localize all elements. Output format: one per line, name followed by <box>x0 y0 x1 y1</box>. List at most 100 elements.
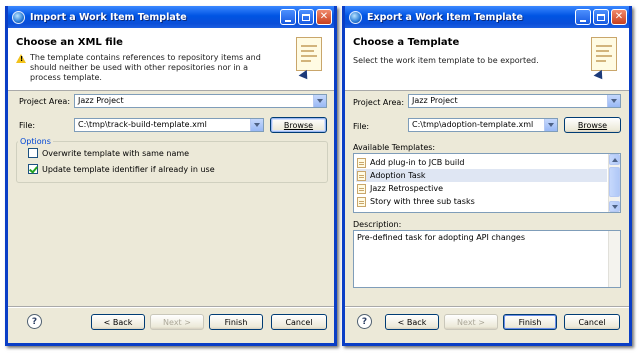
export-file-value: C:\tmp\adoption-template.xml <box>412 120 534 129</box>
export-back-button[interactable]: < Back <box>385 314 439 330</box>
export-file-combo[interactable]: C:\tmp\adoption-template.xml <box>408 118 558 132</box>
import-project-area-combo[interactable]: Jazz Project <box>74 94 327 108</box>
scroll-up-icon[interactable] <box>609 154 620 165</box>
eclipse-app-icon <box>12 10 25 24</box>
back-label: < Back <box>397 317 427 327</box>
minimize-icon <box>285 19 291 22</box>
description-scrollbar[interactable] <box>608 231 620 287</box>
import-browse-button[interactable]: Browse <box>270 117 327 133</box>
maximize-icon <box>597 13 605 21</box>
import-banner-message: The template contains references to repo… <box>30 53 261 82</box>
export-project-area-label: Project Area: <box>353 98 405 107</box>
chevron-down-icon[interactable] <box>607 95 620 107</box>
export-finish-button[interactable]: Finish <box>503 314 557 330</box>
import-banner-title: Choose an XML file <box>16 37 123 48</box>
close-button[interactable]: ✕ <box>316 9 332 25</box>
chevron-down-icon[interactable] <box>250 119 263 131</box>
scroll-down-icon[interactable] <box>609 201 620 212</box>
list-item[interactable]: Jazz Retrospective <box>356 182 607 195</box>
template-icon <box>357 157 366 168</box>
template-label: Add plug-in to JCB build <box>370 158 465 167</box>
template-icon <box>357 170 366 181</box>
export-browse-label: Browse <box>577 120 608 130</box>
export-banner: Choose a Template Select the work item t… <box>345 28 629 91</box>
minimize-button[interactable] <box>280 9 296 25</box>
import-project-area-label: Project Area: <box>19 97 71 106</box>
update-checkbox[interactable] <box>28 164 38 174</box>
available-templates-list[interactable]: Add plug-in to JCB build Adoption Task J… <box>353 153 621 213</box>
close-button[interactable]: ✕ <box>611 9 627 25</box>
warning-icon <box>16 54 26 63</box>
export-cancel-button[interactable]: Cancel <box>564 314 620 330</box>
template-label: Story with three sub tasks <box>370 197 475 206</box>
template-icon <box>357 183 366 194</box>
maximize-button[interactable] <box>593 9 609 25</box>
description-field[interactable]: Pre-defined task for adopting API change… <box>353 230 621 288</box>
overwrite-checkbox[interactable] <box>28 148 38 158</box>
export-separator <box>345 306 629 308</box>
import-wizard-icon <box>296 37 322 71</box>
help-icon[interactable]: ? <box>357 314 372 329</box>
export-file-label: File: <box>353 122 370 131</box>
chevron-down-icon[interactable] <box>313 95 326 107</box>
import-title-bar[interactable]: Import a Work Item Template ✕ <box>8 6 334 28</box>
export-window-title: Export a Work Item Template <box>367 11 523 23</box>
template-label: Jazz Retrospective <box>370 184 444 193</box>
template-icon <box>357 196 366 207</box>
help-icon[interactable]: ? <box>27 314 42 329</box>
next-label: Next > <box>457 317 485 327</box>
import-file-label: File: <box>19 121 36 130</box>
templates-scrollbar[interactable] <box>608 154 620 212</box>
import-file-value: C:\tmp\track-build-template.xml <box>78 120 207 129</box>
list-item[interactable]: Adoption Task <box>356 169 607 182</box>
close-icon: ✕ <box>319 11 329 22</box>
export-browse-button[interactable]: Browse <box>564 117 621 133</box>
eclipse-app-icon <box>349 10 362 24</box>
update-label: Update template identifier if already in… <box>42 164 215 174</box>
import-arrow-icon <box>298 69 312 83</box>
finish-label: Finish <box>518 317 542 327</box>
cancel-label: Cancel <box>578 317 606 327</box>
export-project-area-combo[interactable]: Jazz Project <box>408 94 621 108</box>
minimize-icon <box>580 19 586 22</box>
finish-label: Finish <box>224 317 248 327</box>
import-update-option[interactable]: Update template identifier if already in… <box>28 164 215 174</box>
import-window-title: Import a Work Item Template <box>30 11 187 23</box>
import-banner: Choose an XML file The template contains… <box>8 28 334 91</box>
chevron-down-icon[interactable] <box>544 119 557 131</box>
cancel-label: Cancel <box>285 317 313 327</box>
back-label: < Back <box>103 317 133 327</box>
description-value: Pre-defined task for adopting API change… <box>357 233 525 242</box>
import-template-dialog: Import a Work Item Template ✕ Choose an … <box>5 6 337 346</box>
scroll-thumb[interactable] <box>609 167 620 197</box>
export-template-dialog: Export a Work Item Template ✕ Choose a T… <box>342 6 632 346</box>
import-next-button: Next > <box>150 314 204 330</box>
export-wizard-icon <box>591 37 617 71</box>
export-title-bar[interactable]: Export a Work Item Template ✕ <box>345 6 629 28</box>
import-back-button[interactable]: < Back <box>91 314 145 330</box>
import-options-title: Options <box>18 137 53 146</box>
import-file-combo[interactable]: C:\tmp\track-build-template.xml <box>74 118 264 132</box>
import-finish-button[interactable]: Finish <box>209 314 263 330</box>
import-overwrite-option[interactable]: Overwrite template with same name <box>28 148 189 158</box>
import-separator <box>8 306 334 308</box>
import-cancel-button[interactable]: Cancel <box>271 314 327 330</box>
export-banner-title: Choose a Template <box>353 37 460 48</box>
import-browse-label: Browse <box>283 120 314 130</box>
overwrite-label: Overwrite template with same name <box>42 148 190 158</box>
description-label: Description: <box>353 220 402 229</box>
import-project-area-value: Jazz Project <box>78 96 124 105</box>
export-next-button: Next > <box>444 314 498 330</box>
minimize-button[interactable] <box>575 9 591 25</box>
maximize-button[interactable] <box>298 9 314 25</box>
close-icon: ✕ <box>614 11 624 22</box>
export-banner-message: Select the work item template to be expo… <box>353 56 539 65</box>
maximize-icon <box>302 13 310 21</box>
template-label: Adoption Task <box>370 171 426 180</box>
export-project-area-value: Jazz Project <box>412 96 458 105</box>
available-templates-label: Available Templates: <box>353 143 436 152</box>
list-item[interactable]: Story with three sub tasks <box>356 195 607 208</box>
next-label: Next > <box>163 317 191 327</box>
list-item[interactable]: Add plug-in to JCB build <box>356 156 607 169</box>
export-arrow-icon <box>593 69 607 83</box>
